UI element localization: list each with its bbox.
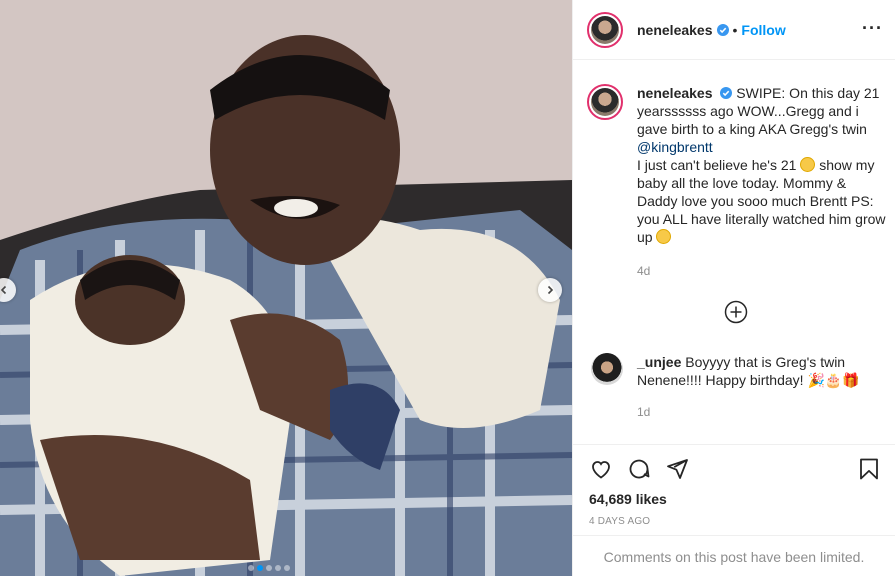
comments-limited-notice: Comments on this post have been limited. (573, 535, 895, 576)
verified-badge-icon (716, 23, 729, 36)
comment-item: _unjee Boyyyy that is Greg's twin Nenene… (591, 353, 867, 389)
caption-username[interactable]: neneleakes (637, 85, 713, 101)
caption-text: neneleakes SWIPE: On this day 21 yearsss… (637, 84, 887, 246)
instagram-post: neneleakes • Follow ··· neneleakes SWIPE… (0, 0, 895, 576)
likes-count[interactable]: 64,689 likes (589, 491, 667, 507)
chevron-left-icon (0, 285, 7, 295)
carousel-next-button[interactable] (538, 278, 562, 302)
comment-emojis: 🎉🎂🎁 (807, 372, 860, 388)
load-more-comments-icon[interactable] (724, 300, 748, 324)
post-header: neneleakes • Follow ··· (573, 0, 895, 60)
caption-mention-link[interactable]: @kingbrentt (637, 139, 713, 155)
carousel-dot (266, 565, 272, 571)
post-caption: neneleakes SWIPE: On this day 21 yearsss… (587, 84, 887, 246)
header-separator: • (732, 21, 738, 38)
carousel-dot (248, 565, 254, 571)
carousel-dot (257, 565, 263, 571)
bookmark-icon[interactable] (857, 457, 881, 481)
author-avatar[interactable] (587, 11, 623, 48)
caption-avatar[interactable] (587, 84, 623, 120)
photo-illustration (0, 0, 572, 576)
comments-section: neneleakes SWIPE: On this day 21 yearsss… (573, 60, 895, 443)
comment-text: _unjee Boyyyy that is Greg's twin Nenene… (637, 353, 867, 389)
carousel-dot (275, 565, 281, 571)
commenter-avatar[interactable] (591, 353, 623, 385)
more-options-icon[interactable]: ··· (862, 18, 883, 39)
follow-button[interactable]: Follow (741, 22, 785, 38)
comment-icon[interactable] (627, 457, 651, 481)
commenter-username[interactable]: _unjee (637, 354, 681, 370)
post-side-panel: neneleakes • Follow ··· neneleakes SWIPE… (572, 0, 895, 576)
carousel-indicator (248, 565, 290, 571)
chevron-right-icon (547, 285, 554, 295)
comment-timestamp[interactable]: 1d (637, 405, 650, 419)
heart-icon[interactable] (589, 457, 613, 481)
author-username[interactable]: neneleakes (637, 22, 713, 38)
post-photo[interactable] (0, 0, 572, 576)
smiling-face-emoji-icon (656, 229, 672, 244)
carousel-dot (284, 565, 290, 571)
caption-timestamp[interactable]: 4d (637, 264, 650, 278)
flushed-face-emoji-icon (800, 157, 816, 172)
post-actions: 64,689 likes 4 DAYS AGO Comments on this… (573, 444, 895, 576)
share-icon[interactable] (665, 457, 689, 481)
verified-badge-icon (720, 87, 733, 99)
post-date[interactable]: 4 DAYS AGO (589, 516, 650, 527)
caption-text-part2: I just can't believe he's 21 (637, 157, 797, 173)
